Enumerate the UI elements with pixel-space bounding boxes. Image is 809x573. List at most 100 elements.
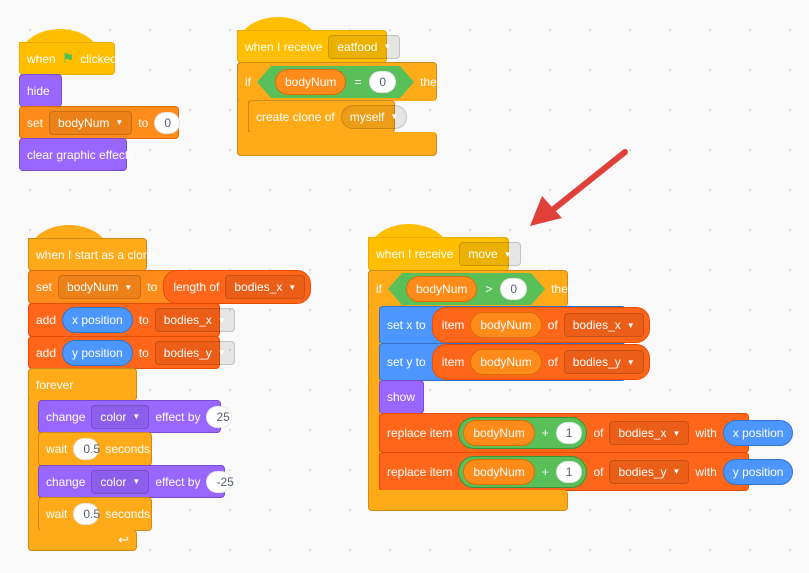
- clone-hat-label: when I start as a clone: [36, 247, 157, 262]
- replace-item-block[interactable]: replace item bodyNum +1 of bodies_y ▼ with…: [379, 452, 794, 491]
- list-name: bodies_x: [234, 280, 283, 294]
- effect-by-label: effect by: [155, 474, 201, 489]
- variable-dropdown[interactable]: bodyNum ▼: [58, 275, 142, 299]
- addend-input[interactable]: 1: [555, 460, 583, 483]
- if-block[interactable]: if bodyNum > 0 then: [368, 270, 574, 307]
- hide-block[interactable]: hide: [19, 74, 62, 107]
- equals-operator: =: [354, 75, 362, 89]
- list-dropdown[interactable]: bodies_y ▼: [154, 340, 235, 365]
- when-receive-label: when I receive: [245, 39, 323, 54]
- then-label: then: [551, 282, 575, 296]
- list-dropdown[interactable]: bodies_x ▼: [609, 421, 690, 445]
- caret-down-icon: ▼: [626, 357, 635, 367]
- bodynum-reporter[interactable]: bodyNum: [406, 276, 477, 302]
- bodynum-reporter[interactable]: bodyNum: [463, 420, 535, 446]
- y-position-reporter[interactable]: y position: [722, 458, 794, 485]
- replace-item-label: replace item: [387, 426, 453, 440]
- show-block[interactable]: show: [379, 380, 424, 414]
- addition-operator[interactable]: bodyNum +1: [458, 455, 588, 488]
- caret-down-icon: ▼: [383, 42, 392, 51]
- set-label: set: [36, 280, 53, 294]
- forever-block[interactable]: forever: [28, 368, 137, 401]
- when-i-receive-hat[interactable]: when I receive move ▼: [368, 224, 521, 271]
- add-label: add: [36, 345, 57, 360]
- create-clone-block[interactable]: create clone of myself ▼: [248, 100, 408, 133]
- of-label: of: [547, 355, 558, 369]
- wait-label: wait: [46, 507, 68, 521]
- message-dropdown[interactable]: eatfood ▼: [328, 34, 401, 59]
- item-of-list-reporter[interactable]: item bodyNum of bodies_y ▼: [431, 344, 650, 380]
- change-effect-block[interactable]: change color ▼ effect by -25: [38, 465, 234, 498]
- clicked-label: clicked: [80, 51, 117, 66]
- greater-than-operator: >: [485, 282, 493, 296]
- list-name: bodies_y: [163, 345, 212, 360]
- add-to-list-block[interactable]: add x position to bodies_x ▼: [28, 303, 235, 337]
- set-variable-block[interactable]: set bodyNum ▼ to length of bodies_x ▼: [28, 270, 312, 304]
- variable-name: bodyNum: [67, 280, 119, 294]
- change-effect-block[interactable]: change color ▼ effect by 25: [38, 400, 233, 433]
- list-name: bodies_x: [572, 318, 621, 332]
- message-name: move: [468, 247, 498, 261]
- set-y-label: set y to: [387, 355, 426, 369]
- effect-by-label: effect by: [155, 409, 201, 424]
- addition-operator[interactable]: bodyNum +1: [458, 417, 588, 449]
- list-name: bodies_y: [572, 355, 621, 369]
- message-dropdown[interactable]: move ▼: [459, 242, 521, 266]
- effect-value-input[interactable]: -25: [206, 470, 234, 493]
- item-of-list-reporter[interactable]: item bodyNum of bodies_x ▼: [431, 307, 650, 343]
- y-position-reporter[interactable]: y position: [62, 339, 133, 366]
- effect-name: color: [100, 409, 127, 424]
- list-dropdown[interactable]: bodies_x ▼: [563, 313, 644, 337]
- wait-block[interactable]: wait 0.5 seconds: [38, 432, 152, 466]
- equals-condition[interactable]: bodyNum = 0: [257, 66, 414, 98]
- bodynum-reporter[interactable]: bodyNum: [275, 69, 346, 95]
- wait-label: wait: [46, 442, 68, 456]
- bodynum-reporter[interactable]: bodyNum: [470, 349, 542, 375]
- set-variable-block[interactable]: set bodyNum ▼ to 0: [19, 106, 181, 139]
- length-of-list-reporter[interactable]: length of bodies_x ▼: [163, 270, 312, 304]
- compare-value-input[interactable]: 0: [369, 71, 396, 93]
- when-i-receive-hat[interactable]: when I receive eatfood ▼: [237, 17, 401, 63]
- effect-value-input[interactable]: 25: [206, 405, 233, 428]
- set-x-block[interactable]: set x to item bodyNum of bodies_x ▼: [379, 306, 650, 344]
- then-label: then: [420, 75, 444, 89]
- x-position-reporter[interactable]: x position: [62, 307, 133, 333]
- set-y-block[interactable]: set y to item bodyNum of bodies_y ▼: [379, 343, 650, 381]
- caret-down-icon: ▼: [132, 477, 141, 486]
- effect-dropdown[interactable]: color ▼: [91, 469, 150, 494]
- clear-graphic-effects-block[interactable]: clear graphic effects: [19, 138, 134, 171]
- variable-dropdown[interactable]: bodyNum ▼: [49, 110, 133, 135]
- effect-dropdown[interactable]: color ▼: [91, 404, 150, 429]
- addend-input[interactable]: 1: [555, 422, 583, 444]
- forever-block-bottom: ↩: [28, 530, 137, 551]
- with-label: with: [695, 464, 717, 479]
- green-flag-icon: ⚑: [61, 50, 75, 66]
- list-dropdown[interactable]: bodies_x ▼: [225, 275, 306, 299]
- bodynum-reporter[interactable]: bodyNum: [470, 312, 542, 338]
- when-i-start-as-clone-hat[interactable]: when I start as a clone: [28, 225, 156, 271]
- value-input[interactable]: 0: [154, 111, 181, 134]
- list-dropdown[interactable]: bodies_y ▼: [609, 459, 690, 484]
- if-block[interactable]: if bodyNum = 0 then: [237, 62, 443, 101]
- wait-block[interactable]: wait 0.5 seconds: [38, 497, 152, 531]
- x-position-reporter[interactable]: x position: [722, 420, 794, 446]
- effect-name: color: [100, 474, 127, 489]
- replace-item-block[interactable]: replace item bodyNum +1 of bodies_x ▼ with…: [379, 413, 794, 453]
- list-dropdown[interactable]: bodies_y ▼: [563, 350, 644, 374]
- item-label: item: [441, 318, 465, 332]
- wait-seconds-input[interactable]: 0.5: [73, 438, 100, 460]
- clone-target-dropdown[interactable]: myself ▼: [340, 104, 408, 129]
- list-dropdown[interactable]: bodies_x ▼: [154, 308, 235, 332]
- of-label: of: [593, 464, 604, 479]
- of-label: of: [593, 426, 604, 440]
- replace-item-label: replace item: [387, 464, 453, 479]
- when-flag-clicked-hat[interactable]: when ⚑ clicked: [19, 29, 117, 75]
- add-to-list-block[interactable]: add y position to bodies_y ▼: [28, 336, 235, 369]
- wait-seconds-input[interactable]: 0.5: [73, 503, 100, 525]
- compare-value-input[interactable]: 0: [500, 278, 527, 300]
- when-label: when: [27, 51, 56, 66]
- bodynum-reporter[interactable]: bodyNum: [463, 458, 535, 485]
- to-label: to: [147, 280, 158, 294]
- greater-than-condition[interactable]: bodyNum > 0: [388, 273, 545, 305]
- caret-down-icon: ▼: [672, 428, 681, 438]
